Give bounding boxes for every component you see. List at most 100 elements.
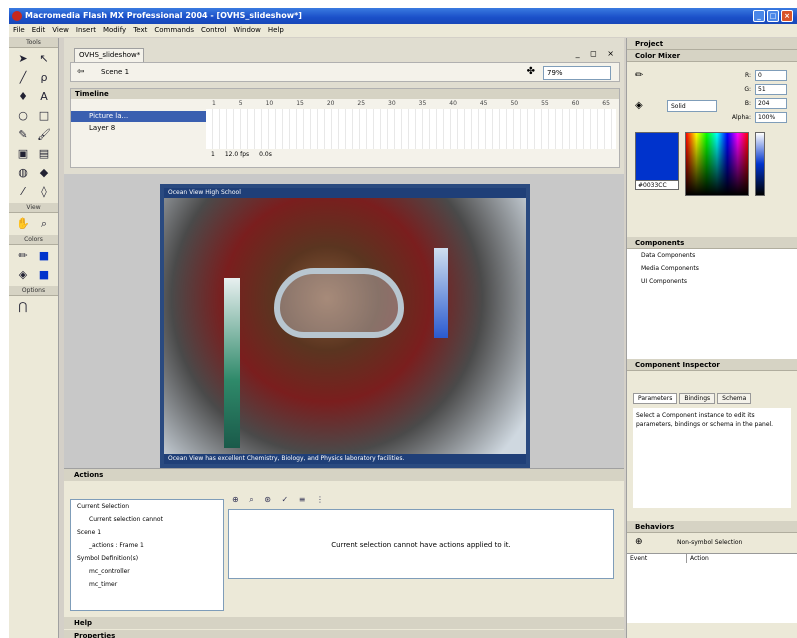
magnet-icon[interactable]: ⋂ [15,299,31,315]
hex-field[interactable]: #0033CC [635,180,679,190]
menu-edit[interactable]: Edit [32,24,46,37]
document-controls[interactable]: _ ◻ × [576,49,618,58]
layer-picture[interactable]: Picture la... [71,111,206,122]
stroke-swatch-icon[interactable]: ■ [36,248,52,264]
arrow-tool-icon[interactable]: ➤ [15,51,31,67]
zoom-dropdown[interactable]: 79% [543,66,611,80]
color-spectrum[interactable] [685,132,749,196]
menu-control[interactable]: Control [201,24,226,37]
fill-swatch-icon[interactable]: ■ [36,267,52,283]
back-arrow-icon[interactable]: ⇦ [77,67,85,77]
menu-commands[interactable]: Commands [154,24,194,37]
component-ui[interactable]: UI Components [627,275,797,288]
behaviors-toolbar: ⊕ Non-symbol Selection [627,533,797,553]
tree-item[interactable]: Symbol Definition(s) [71,552,223,565]
inspector-tabs: Parameters Bindings Schema [627,389,797,408]
eyedropper-icon[interactable]: ⁄ [15,184,31,200]
brush-tool-icon[interactable]: 🖌 [36,127,52,143]
actions-tree[interactable]: Current Selection Current selection cann… [70,499,224,611]
menu-text[interactable]: Text [133,24,147,37]
component-data[interactable]: Data Components [627,249,797,262]
menu-insert[interactable]: Insert [76,24,96,37]
ruler-tick: 50 [510,100,519,107]
pencil-tool-icon[interactable]: ✎ [15,127,31,143]
stroke-pencil-icon[interactable]: ✏ [635,70,643,81]
blue-input[interactable]: 204 [755,98,787,109]
document-tab[interactable]: OVHS_slideshow* [74,48,144,62]
fill-bucket-icon[interactable]: ◈ [635,100,643,111]
actions-header[interactable]: Actions [64,469,624,481]
timeline-ruler: 1 5 10 15 20 25 30 35 40 45 50 55 60 65 [206,100,616,109]
help-panel-header[interactable]: Help [64,617,624,629]
ruler-tick: 40 [449,100,457,107]
tree-item[interactable]: Current Selection [71,500,223,513]
behaviors-header[interactable]: Behaviors [627,521,797,533]
properties-panel-header[interactable]: Properties [64,630,624,638]
tree-item[interactable]: _actions : Frame 1 [71,539,223,552]
frame-grid[interactable] [206,109,616,149]
edit-scene-icon[interactable]: ✤ [527,66,535,77]
subselect-tool-icon[interactable]: ↖ [36,51,52,67]
red-input[interactable]: 0 [755,70,787,81]
actions-toolbar[interactable]: ⊕ ⌕ ⊛ ✓ ≡ ⋮ [232,495,328,505]
options-header: Options [9,286,58,296]
fill-type-dropdown[interactable]: Solid [667,100,717,112]
inspector-header[interactable]: Component Inspector [627,359,797,371]
menu-window[interactable]: Window [233,24,261,37]
tools-panel: Tools ➤ ↖ ╱ ρ ♦ A ○ □ ✎ 🖌 ▣ ▤ ◍ ◆ ⁄ ◊ Vi… [9,38,59,638]
color-mixer-header[interactable]: Color Mixer [627,50,797,62]
rectangle-tool-icon[interactable]: □ [36,108,52,124]
fill-transform-icon[interactable]: ▤ [36,146,52,162]
photo-caption-bottom: Ocean View has excellent Chemistry, Biol… [164,454,526,464]
add-behavior-icon[interactable]: ⊕ [635,537,643,547]
close-icon[interactable]: × [781,10,793,22]
brightness-slider[interactable] [755,132,765,196]
scene-bar: ⇦ Scene 1 ✤ 79% [70,62,620,82]
eraser-icon[interactable]: ◊ [36,184,52,200]
tab-schema[interactable]: Schema [717,393,752,404]
maximize-icon[interactable]: □ [767,10,779,22]
tab-bindings[interactable]: Bindings [679,393,716,404]
lasso-tool-icon[interactable]: ρ [36,70,52,86]
component-media[interactable]: Media Components [627,262,797,275]
tree-item[interactable]: Scene 1 [71,526,223,539]
minimize-icon[interactable]: _ [753,10,765,22]
pen-tool-icon[interactable]: ♦ [15,89,31,105]
components-header[interactable]: Components [627,237,797,249]
text-tool-icon[interactable]: A [36,89,52,105]
fill-color-icon[interactable]: ◈ [15,267,31,283]
ruler-tick: 45 [479,100,488,107]
free-transform-icon[interactable]: ▣ [15,146,31,162]
behaviors-selection: Non-symbol Selection [677,539,743,546]
zoom-tool-icon[interactable]: ⌕ [36,216,52,232]
slideshow-photo[interactable]: Ocean View High School Ocean View has ex… [160,184,530,468]
menu-modify[interactable]: Modify [103,24,126,37]
test-tube-blue [434,248,448,338]
menu-help[interactable]: Help [268,24,284,37]
menu-file[interactable]: File [13,24,25,37]
green-input[interactable]: 51 [755,84,787,95]
layer-8[interactable]: Layer 8 [71,123,206,134]
menu-view[interactable]: View [52,24,69,37]
hand-tool-icon[interactable]: ✋ [15,216,31,232]
tree-item[interactable]: mc_controller [71,565,223,578]
alpha-input[interactable]: 100% [755,112,787,123]
photo-caption-top: Ocean View High School [164,188,526,198]
color-swatch[interactable] [635,132,679,186]
oval-tool-icon[interactable]: ○ [15,108,31,124]
ink-bottle-icon[interactable]: ◍ [15,165,31,181]
project-header[interactable]: Project [627,38,797,50]
timeline-header[interactable]: Timeline [71,89,619,99]
tree-item[interactable]: Current selection cannot [71,513,223,526]
ruler-tick: 10 [265,100,274,107]
tree-item[interactable]: mc_timer [71,578,223,591]
line-tool-icon[interactable]: ╱ [15,70,31,86]
stage[interactable]: Ocean View High School Ocean View has ex… [64,174,624,474]
g-label: G: [744,86,751,93]
behaviors-table[interactable] [627,563,797,623]
components-list: Data Components Media Components UI Comp… [627,249,797,359]
paint-bucket-icon[interactable]: ◆ [36,165,52,181]
tab-parameters[interactable]: Parameters [633,393,678,404]
color-mixer-body: ✏ ◈ Solid R: 0 G: 51 B: 204 Alpha: 100% … [627,62,797,237]
stroke-color-icon[interactable]: ✏ [15,248,31,264]
